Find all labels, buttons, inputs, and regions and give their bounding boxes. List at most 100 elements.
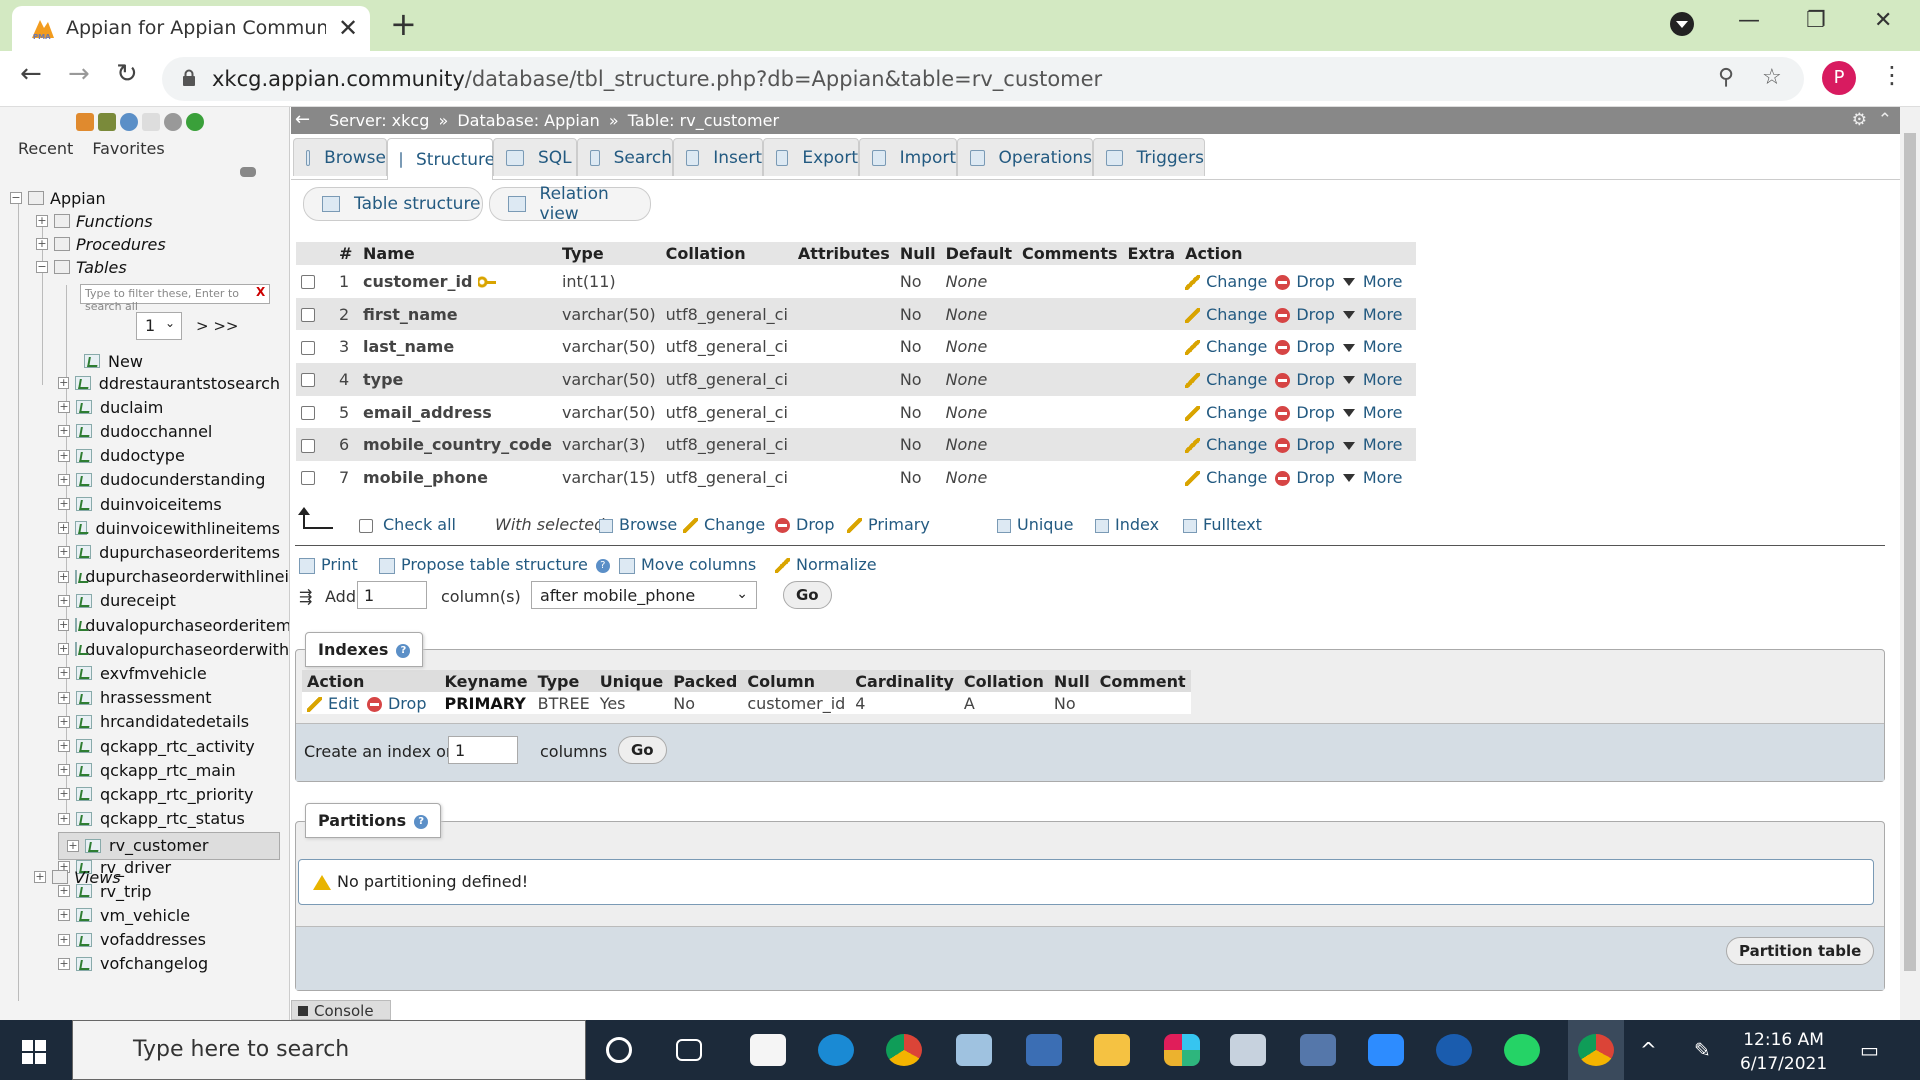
expand-icon[interactable]: + xyxy=(58,546,70,559)
breadcrumb-table[interactable]: Table: rv_customer xyxy=(628,111,779,130)
drop-button[interactable]: Drop xyxy=(1275,435,1335,454)
nav-table-item[interactable]: + vofaddresses xyxy=(58,929,280,951)
expand-icon[interactable]: + xyxy=(58,377,70,389)
add-columns-go-button[interactable]: Go xyxy=(783,581,832,609)
forward-icon[interactable]: → xyxy=(68,59,90,89)
chrome-icon[interactable] xyxy=(886,1034,922,1066)
more-button[interactable]: More xyxy=(1342,403,1403,422)
tab-operations[interactable]: Operations xyxy=(957,138,1093,176)
edge-icon[interactable] xyxy=(818,1034,854,1066)
clear-filter-icon[interactable]: X xyxy=(256,285,265,299)
tab-triggers[interactable]: Triggers xyxy=(1093,138,1205,176)
row-checkbox[interactable] xyxy=(301,275,315,290)
expand-icon[interactable]: + xyxy=(36,215,48,227)
column-name[interactable]: email_address xyxy=(358,395,557,429)
windows-start-icon[interactable] xyxy=(22,1040,46,1064)
browser-menu-icon[interactable]: ⋮ xyxy=(1880,61,1904,89)
propose-structure-link[interactable]: Propose table structure? xyxy=(379,555,610,574)
tab-close-icon[interactable]: ✕ xyxy=(338,14,358,42)
expand-icon[interactable]: + xyxy=(58,764,70,777)
expand-icon[interactable]: + xyxy=(58,449,70,462)
browser-tab[interactable]: PMA Appian for Appian Community E ✕ xyxy=(12,6,370,51)
row-checkbox[interactable] xyxy=(301,406,315,421)
bulk-browse-button[interactable]: Browse xyxy=(599,515,677,534)
app-icon[interactable] xyxy=(1026,1034,1062,1066)
page-next-link[interactable]: > >> xyxy=(196,317,238,335)
normalize-link[interactable]: Normalize xyxy=(775,555,877,574)
column-name[interactable]: last_name xyxy=(358,330,557,364)
expand-icon[interactable]: + xyxy=(58,425,70,438)
print-link[interactable]: Print xyxy=(299,555,358,574)
column-position-select[interactable]: after mobile_phone ⌄ xyxy=(531,581,757,609)
address-bar[interactable]: xkcg.appian.community/database/tbl_struc… xyxy=(162,57,1804,101)
table-filter-input[interactable]: Type to filter these, Enter to search al… xyxy=(80,284,270,313)
nav-table-item[interactable]: + exvfmvehicle xyxy=(58,662,280,684)
nav-table-item[interactable]: + duvalopurchaseorderwithl xyxy=(58,638,289,660)
change-button[interactable]: Change xyxy=(1185,337,1267,356)
nav-table-item[interactable]: + duvalopurchaseorderitems xyxy=(58,614,289,636)
expand-icon[interactable]: + xyxy=(58,522,70,535)
file-explorer-icon[interactable] xyxy=(1094,1034,1130,1066)
bulk-drop-button[interactable]: Drop xyxy=(775,515,835,534)
expand-icon[interactable]: + xyxy=(58,619,70,631)
back-icon[interactable]: ← xyxy=(20,59,42,89)
expand-icon[interactable]: + xyxy=(58,473,70,486)
nav-table-item[interactable]: + duclaim xyxy=(58,396,280,418)
tab-import[interactable]: Import xyxy=(859,138,957,176)
gear-icon[interactable]: ⚙ xyxy=(1852,110,1867,130)
nav-table-item[interactable]: + hrassessment xyxy=(58,687,280,709)
nav-table-item[interactable]: + qckapp_rtc_activity xyxy=(58,735,280,757)
help-icon[interactable]: ? xyxy=(595,558,610,573)
header-null[interactable]: Null xyxy=(894,242,941,265)
bookmark-star-icon[interactable]: ☆ xyxy=(1762,65,1782,90)
row-checkbox[interactable] xyxy=(301,438,315,453)
nav-table-item[interactable]: + hrcandidatedetails xyxy=(58,711,280,733)
collapse-icon[interactable]: − xyxy=(10,192,22,204)
nav-table-item[interactable]: + dudoctype xyxy=(58,445,280,467)
change-button[interactable]: Change xyxy=(1185,435,1267,454)
expand-icon[interactable]: + xyxy=(58,933,70,946)
bulk-index-button[interactable]: Index xyxy=(1095,515,1159,534)
docs-icon[interactable] xyxy=(120,113,138,131)
expand-icon[interactable]: + xyxy=(58,812,70,825)
store-icon[interactable] xyxy=(750,1034,786,1066)
expand-icon[interactable]: + xyxy=(58,643,70,656)
nav-table-item[interactable]: + dureceipt xyxy=(58,590,280,612)
nav-table-item[interactable]: + dupurchaseorderwithlineit xyxy=(58,566,289,588)
close-window-icon[interactable]: ✕ xyxy=(1874,8,1892,33)
zoom-app-icon[interactable] xyxy=(1368,1034,1404,1066)
row-checkbox[interactable] xyxy=(301,340,315,355)
index-edit-button[interactable]: Edit xyxy=(307,694,359,713)
breadcrumb-database[interactable]: Database: Appian xyxy=(457,111,599,130)
taskbar-search-input[interactable]: Type here to search xyxy=(72,1020,586,1080)
header-num[interactable]: # xyxy=(334,242,358,265)
tree-db-appian[interactable]: − Appian xyxy=(10,187,106,209)
drop-button[interactable]: Drop xyxy=(1275,337,1335,356)
logout-icon[interactable] xyxy=(98,113,116,131)
header-comments[interactable]: Comments xyxy=(1017,242,1123,265)
drop-button[interactable]: Drop xyxy=(1275,468,1335,487)
bulk-primary-button[interactable]: Primary xyxy=(847,515,930,534)
drop-button[interactable]: Drop xyxy=(1275,305,1335,324)
bulk-unique-button[interactable]: Unique xyxy=(997,515,1073,534)
drop-button[interactable]: Drop xyxy=(1275,370,1335,389)
nav-table-item[interactable]: + qckapp_rtc_main xyxy=(58,759,280,781)
tab-search[interactable]: Search xyxy=(577,138,673,176)
expand-icon[interactable]: + xyxy=(58,401,70,414)
more-button[interactable]: More xyxy=(1342,468,1403,487)
subtab-table-structure[interactable]: Table structure xyxy=(303,187,483,221)
column-name[interactable]: type xyxy=(358,363,557,396)
slack-icon[interactable] xyxy=(1164,1034,1200,1066)
tree-views[interactable]: + Views xyxy=(34,866,121,888)
expand-icon[interactable]: + xyxy=(34,871,46,883)
add-columns-count-input[interactable]: 1 xyxy=(357,581,427,609)
expand-icon[interactable]: + xyxy=(58,788,70,801)
create-index-count-input[interactable]: 1 xyxy=(448,736,518,764)
subtab-relation-view[interactable]: Relation view xyxy=(489,184,651,224)
recent-link[interactable]: Recent xyxy=(18,139,73,158)
expand-icon[interactable]: + xyxy=(67,839,79,852)
expand-icon[interactable]: + xyxy=(58,957,70,970)
calculator-icon[interactable] xyxy=(1300,1034,1336,1066)
tree-tables[interactable]: − Tables xyxy=(36,256,127,278)
settings-icon[interactable] xyxy=(164,113,182,131)
